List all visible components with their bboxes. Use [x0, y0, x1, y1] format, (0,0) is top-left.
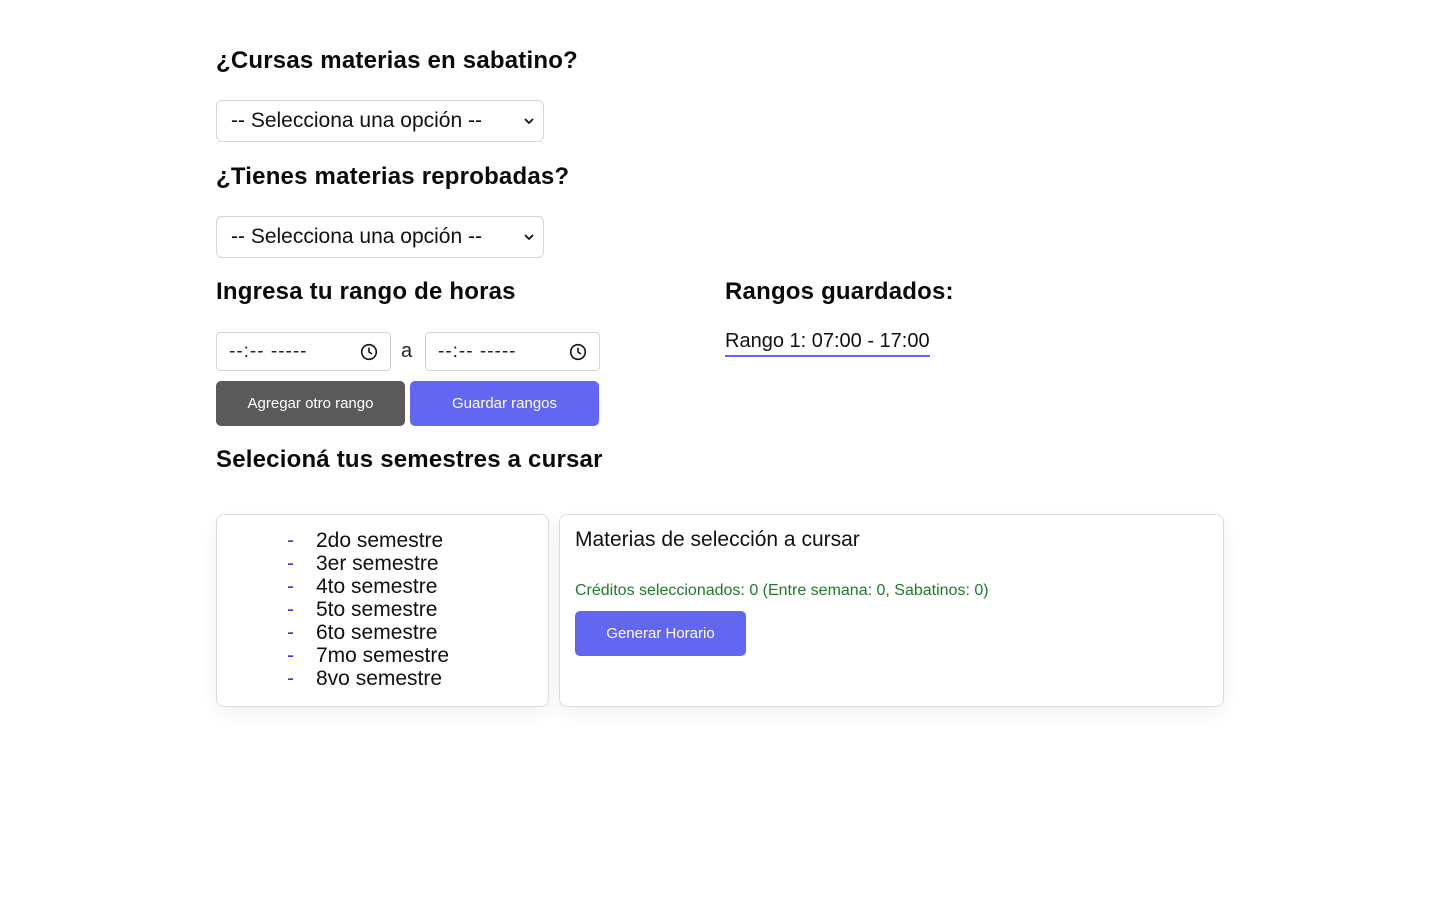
chevron-down-icon — [523, 231, 535, 243]
range-separator: a — [401, 340, 413, 362]
semester-item[interactable]: -6to semestre — [287, 621, 449, 644]
credits-summary: Créditos seleccionados: 0 (Entre semana:… — [575, 582, 989, 599]
start-time-placeholder: --:-- ----- — [229, 340, 308, 362]
sabatino-question: ¿Cursas materias en sabatino? — [216, 47, 578, 74]
semester-item[interactable]: -3er semestre — [287, 552, 449, 575]
semester-label: 3er semestre — [316, 552, 439, 575]
list-dash: - — [287, 644, 294, 667]
semester-item[interactable]: -7mo semestre — [287, 644, 449, 667]
list-dash: - — [287, 667, 294, 690]
semester-label: 7mo semestre — [316, 644, 450, 667]
semester-label: 4to semestre — [316, 575, 438, 598]
semester-label: 5to semestre — [316, 598, 438, 621]
hours-heading: Ingresa tu rango de horas — [216, 278, 516, 305]
save-ranges-button[interactable]: Guardar rangos — [410, 381, 599, 426]
reprobadas-select-value: -- Selecciona una opción -- — [231, 225, 482, 248]
generate-schedule-button[interactable]: Generar Horario — [575, 611, 746, 656]
semesters-heading: Selecioná tus semestres a cursar — [216, 446, 603, 473]
semester-list: -2do semestre -3er semestre -4to semestr… — [287, 529, 449, 690]
clock-icon[interactable] — [569, 343, 587, 361]
sabatino-select-value: -- Selecciona una opción -- — [231, 109, 482, 132]
saved-ranges-heading: Rangos guardados: — [725, 278, 954, 305]
sabatino-select[interactable]: -- Selecciona una opción -- — [216, 100, 544, 142]
selection-title: Materias de selección a cursar — [575, 528, 860, 551]
list-dash: - — [287, 575, 294, 598]
page: ¿Cursas materias en sabatino? -- Selecci… — [0, 0, 1440, 900]
reprobadas-select[interactable]: -- Selecciona una opción -- — [216, 216, 544, 258]
semester-label: 2do semestre — [316, 529, 444, 552]
semester-item[interactable]: -5to semestre — [287, 598, 449, 621]
clock-icon[interactable] — [360, 343, 378, 361]
semester-label: 6to semestre — [316, 621, 438, 644]
end-time-placeholder: --:-- ----- — [438, 340, 517, 362]
list-dash: - — [287, 552, 294, 575]
start-time-input[interactable]: --:-- ----- — [216, 332, 391, 371]
chevron-down-icon — [523, 115, 535, 127]
list-dash: - — [287, 621, 294, 644]
semester-label: 8vo semestre — [316, 667, 443, 690]
semester-item[interactable]: -4to semestre — [287, 575, 449, 598]
reprobadas-question: ¿Tienes materias reprobadas? — [216, 163, 570, 190]
list-dash: - — [287, 529, 294, 552]
end-time-input[interactable]: --:-- ----- — [425, 332, 600, 371]
saved-range-item: Rango 1: 07:00 - 17:00 — [725, 330, 930, 357]
semester-card: -2do semestre -3er semestre -4to semestr… — [216, 514, 549, 707]
selection-card: Materias de selección a cursar Créditos … — [559, 514, 1224, 707]
list-dash: - — [287, 598, 294, 621]
semester-item[interactable]: -2do semestre — [287, 529, 449, 552]
semester-item[interactable]: -8vo semestre — [287, 667, 449, 690]
add-range-button[interactable]: Agregar otro rango — [216, 381, 405, 426]
